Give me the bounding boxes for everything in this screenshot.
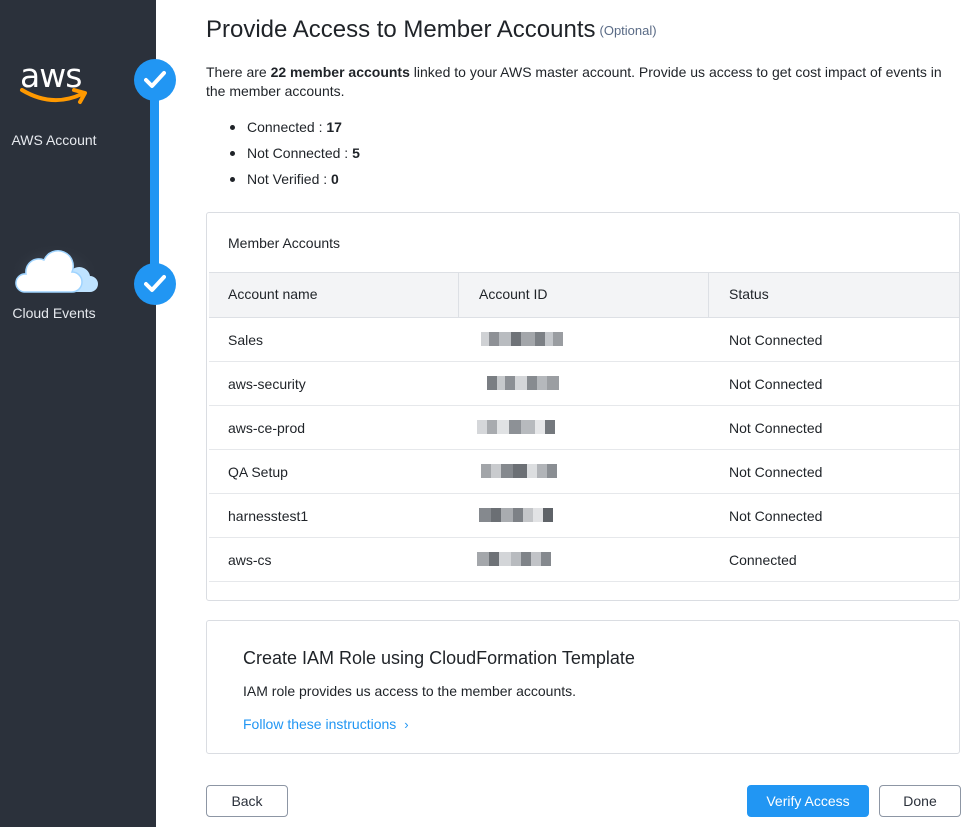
step-aws-account-label: AWS Account: [11, 132, 97, 148]
stat-value: 17: [326, 119, 342, 135]
table-row: aws-cs Connected: [209, 538, 959, 582]
column-header-account-id: Account ID: [479, 286, 548, 302]
status-cell: Not Connected: [729, 376, 823, 392]
account-name-cell: QA Setup: [228, 464, 288, 480]
table-row: Sales Not Connected: [209, 318, 959, 362]
step-2-check-icon: [134, 263, 176, 305]
status-cell: Not Connected: [729, 464, 823, 480]
verify-access-button[interactable]: Verify Access: [747, 785, 869, 817]
sidebar: aws AWS Account Cloud Events: [0, 0, 156, 827]
stat-value: 0: [331, 171, 339, 187]
intro-count: 22 member accounts: [270, 64, 410, 80]
status-cell: Not Connected: [729, 508, 823, 524]
step-progress-line: [150, 80, 159, 285]
table-row: QA Setup Not Connected: [209, 450, 959, 494]
page-title-text: Provide Access to Member Accounts: [206, 16, 596, 43]
iam-role-title: Create IAM Role using CloudFormation Tem…: [243, 648, 635, 668]
cloud-icon: [10, 244, 98, 300]
account-name-cell: Sales: [228, 332, 264, 348]
aws-logo: aws: [18, 56, 92, 112]
column-header-status: Status: [729, 286, 769, 302]
redacted-account-id: [487, 376, 559, 390]
redacted-account-id: [481, 332, 563, 346]
status-cell: Not Connected: [729, 332, 823, 348]
status-cell: Not Connected: [729, 420, 823, 436]
account-name-cell: aws-security: [228, 376, 306, 392]
iam-role-card: Create IAM Role using CloudFormation Tem…: [206, 620, 960, 754]
intro-text: There are 22 member accounts linked to y…: [206, 63, 958, 101]
stat-connected: Connected : 17: [228, 118, 360, 144]
column-divider: [458, 273, 459, 317]
back-button[interactable]: Back: [206, 785, 288, 817]
done-button[interactable]: Done: [879, 785, 961, 817]
table-row: harnesstest1 Not Connected: [209, 494, 959, 538]
iam-role-description: IAM role provides us access to the membe…: [243, 683, 577, 699]
account-name-cell: aws-ce-prod: [228, 420, 306, 436]
column-divider: [708, 273, 709, 317]
account-stats: Connected : 17 Not Connected : 5 Not Ver…: [228, 118, 360, 196]
follow-instructions-label: Follow these instructions: [243, 716, 397, 732]
redacted-account-id: [481, 464, 557, 478]
stat-label: Connected :: [247, 119, 327, 135]
account-name-cell: harnesstest1: [228, 508, 309, 524]
status-cell: Connected: [729, 552, 797, 568]
stat-label: Not Connected :: [247, 145, 353, 161]
member-accounts-card: Member Accounts Account name Account ID …: [206, 212, 960, 601]
step-cloud-events-label: Cloud Events: [12, 305, 96, 321]
member-accounts-table: Account name Account ID Status Sales Not…: [209, 272, 959, 582]
step-1-check-icon: [134, 59, 176, 101]
redacted-account-id: [477, 420, 555, 434]
redacted-account-id: [477, 552, 551, 566]
table-row: aws-security Not Connected: [209, 362, 959, 406]
optional-badge: (Optional): [599, 23, 657, 38]
stat-not-verified: Not Verified : 0: [228, 170, 360, 196]
account-name-cell: aws-cs: [228, 552, 272, 568]
chevron-right-icon: ›: [404, 717, 409, 732]
table-row: aws-ce-prod Not Connected: [209, 406, 959, 450]
member-accounts-title: Member Accounts: [228, 235, 341, 251]
column-header-account-name: Account name: [228, 286, 318, 302]
redacted-account-id: [479, 508, 553, 522]
page-title: Provide Access to Member Accounts (Option…: [206, 16, 657, 44]
stat-value: 5: [352, 145, 360, 161]
stat-not-connected: Not Connected : 5: [228, 144, 360, 170]
stat-label: Not Verified :: [247, 171, 332, 187]
table-header: Account name Account ID Status: [209, 272, 959, 318]
follow-instructions-link[interactable]: Follow these instructions ›: [243, 716, 409, 732]
intro-prefix: There are: [206, 64, 271, 80]
